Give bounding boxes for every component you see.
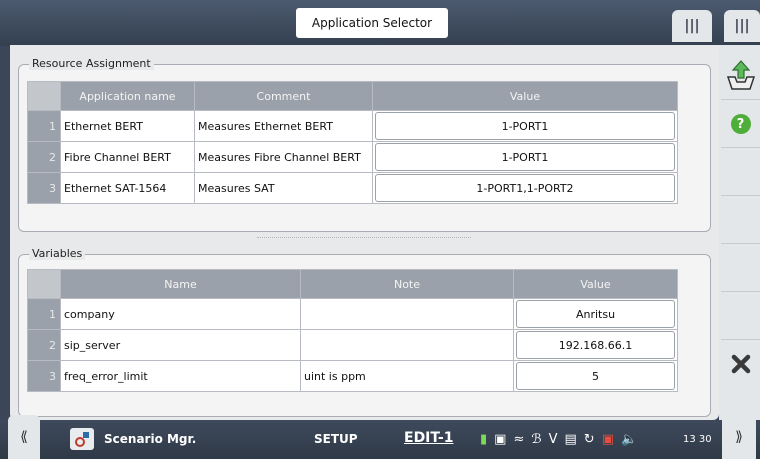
application-name: Ethernet BERT	[60, 110, 195, 142]
main-content: Resource Assignment Application name Com…	[10, 45, 719, 420]
note-cell	[300, 298, 514, 330]
window-title: Application Selector	[296, 8, 448, 38]
close-button[interactable]	[721, 341, 760, 387]
rail-slot-empty	[721, 149, 760, 196]
resource-assignment-panel: Resource Assignment Application name Com…	[18, 57, 711, 232]
value-cell: Anritsu	[513, 298, 678, 330]
column-header: Value	[513, 269, 678, 299]
value-cell: 5	[513, 360, 678, 392]
row-number: 2	[27, 141, 61, 173]
right-rail: ?	[719, 45, 760, 420]
scenario-manager-icon	[75, 432, 89, 447]
rail-slot-empty	[721, 245, 760, 292]
application-name: Fibre Channel BERT	[60, 141, 195, 173]
bottom-bar: Scenario Mgr. SETUP EDIT-1 ▮ ▣ ≈ ℬ V ▤ ↻…	[0, 420, 760, 459]
variables-panel: Variables Name Note Value 1 company Anri…	[18, 247, 711, 417]
grip-tab-right[interactable]: |||	[724, 10, 760, 42]
corner-cell	[27, 81, 61, 111]
table-row[interactable]: 1 company Anritsu	[27, 298, 678, 330]
sync-icon: ↻	[583, 432, 595, 447]
table-header-row: Application name Comment Value	[27, 81, 678, 111]
panel-title: Variables	[29, 247, 86, 260]
row-number: 3	[27, 360, 61, 392]
comment-cell: Measures SAT	[194, 172, 373, 204]
table-row[interactable]: 3 Ethernet SAT-1564 Measures SAT 1-PORT1…	[27, 172, 678, 204]
value-cell: 1-PORT1	[372, 110, 678, 142]
column-header: Value	[372, 81, 678, 111]
row-number: 1	[27, 110, 61, 142]
table-header-row: Name Note Value	[27, 269, 678, 299]
wifi-icon: ≈	[513, 432, 525, 447]
value-cell: 192.168.66.1	[513, 329, 678, 361]
value-field[interactable]: 1-PORT1	[375, 143, 675, 171]
v-icon: V	[548, 432, 558, 447]
top-bar: Application Selector ||| |||	[0, 0, 760, 46]
panel-title: Resource Assignment	[29, 57, 154, 70]
table-row[interactable]: 3 freq_error_limit uint is ppm 5	[27, 360, 678, 392]
column-header: Note	[300, 269, 514, 299]
storage-icon: ▣	[494, 432, 507, 447]
help-icon: ?	[730, 114, 751, 134]
row-number: 1	[27, 298, 61, 330]
help-button[interactable]: ?	[721, 101, 760, 148]
table-row[interactable]: 2 Fibre Channel BERT Measures Fibre Chan…	[27, 141, 678, 173]
scroll-right-button[interactable]: ⟫	[722, 415, 756, 459]
close-icon	[731, 354, 750, 374]
note-cell: uint is ppm	[300, 360, 514, 392]
value-field[interactable]: 1-PORT1,1-PORT2	[375, 174, 675, 202]
export-button[interactable]	[721, 53, 760, 100]
variable-name: sip_server	[60, 329, 301, 361]
panel-splitter[interactable]	[257, 237, 471, 238]
app-icon[interactable]	[70, 428, 94, 450]
application-name: Ethernet SAT-1564	[60, 172, 195, 204]
double-chevron-right-icon: ⟫	[735, 429, 743, 445]
edit-label[interactable]: EDIT-1	[404, 430, 453, 446]
battery-icon: ▮	[480, 432, 488, 447]
scroll-left-button[interactable]: ⟪	[8, 415, 40, 459]
value-field[interactable]: 192.168.66.1	[516, 331, 675, 359]
network-icon: ▣	[601, 432, 614, 447]
table-row[interactable]: 2 sip_server 192.168.66.1	[27, 329, 678, 361]
variable-name: freq_error_limit	[60, 360, 301, 392]
value-field[interactable]: 5	[516, 362, 675, 390]
rail-slot-empty	[721, 197, 760, 244]
table-row[interactable]: 1 Ethernet BERT Measures Ethernet BERT 1…	[27, 110, 678, 142]
resource-table: Application name Comment Value 1 Etherne…	[27, 81, 678, 204]
variable-name: company	[60, 298, 301, 330]
row-number: 3	[27, 172, 61, 204]
status-icons: ▮ ▣ ≈ ℬ V ▤ ↻ ▣ 🔈	[480, 432, 637, 447]
value-field[interactable]: 1-PORT1	[375, 112, 675, 140]
rail-slot-empty	[721, 293, 760, 340]
value-cell: 1-PORT1	[372, 141, 678, 173]
grip-icon: |||	[734, 18, 750, 34]
clock: 13 30	[683, 434, 712, 445]
corner-cell	[27, 269, 61, 299]
value-cell: 1-PORT1,1-PORT2	[372, 172, 678, 204]
export-tray-icon	[726, 60, 755, 90]
volume-icon: 🔈	[621, 432, 638, 447]
note-cell	[300, 329, 514, 361]
column-header: Name	[60, 269, 301, 299]
bluetooth-icon: ℬ	[531, 432, 542, 447]
app-name: Scenario Mgr.	[104, 432, 197, 446]
mode-label: SETUP	[314, 432, 358, 446]
grip-tab-left[interactable]: |||	[672, 10, 712, 42]
comment-cell: Measures Ethernet BERT	[194, 110, 373, 142]
terminal-icon: ▤	[564, 432, 577, 447]
column-header: Comment	[194, 81, 373, 111]
double-chevron-left-icon: ⟪	[20, 429, 28, 445]
variables-table: Name Note Value 1 company Anritsu 2 sip_…	[27, 269, 678, 392]
column-header: Application name	[60, 81, 195, 111]
comment-cell: Measures Fibre Channel BERT	[194, 141, 373, 173]
value-field[interactable]: Anritsu	[516, 300, 675, 328]
grip-icon: |||	[684, 18, 700, 34]
row-number: 2	[27, 329, 61, 361]
